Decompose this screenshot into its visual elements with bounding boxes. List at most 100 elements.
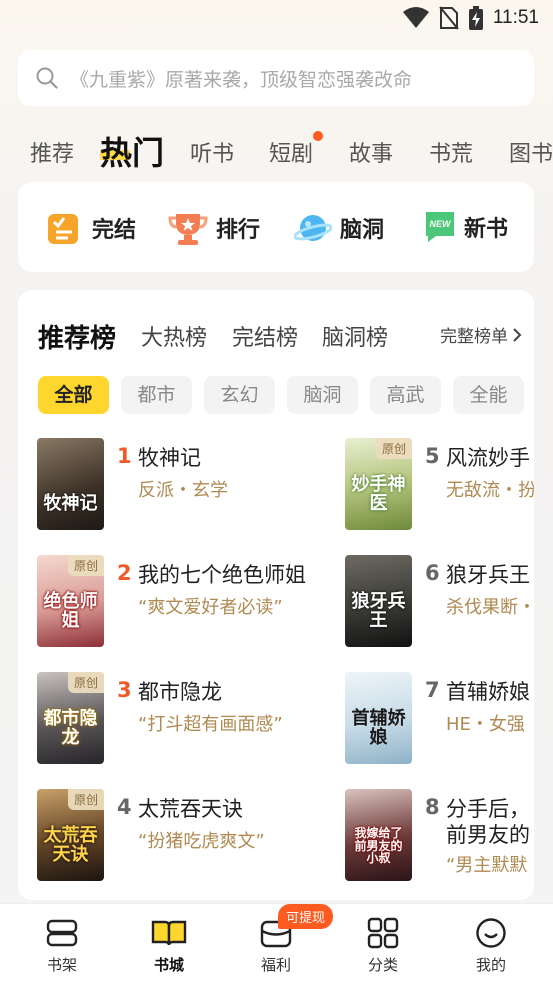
book-cover: 原创 太荒吞天诀 xyxy=(37,789,104,881)
nav-bookshelf[interactable]: 书架 xyxy=(32,916,92,975)
rank-number: 7 xyxy=(425,678,440,702)
cover-title: 我嫁给了前男友的小叔 xyxy=(354,826,403,866)
search-bar[interactable]: 《九重紫》原著来袭，顶级智恋强袭改命 xyxy=(18,50,534,106)
battery-charging-icon xyxy=(468,6,483,30)
trophy-icon xyxy=(168,214,208,245)
chevron-right-icon xyxy=(513,327,522,342)
search-placeholder: 《九重紫》原著来袭，顶级智恋强袭改命 xyxy=(70,68,413,91)
quick-entry-label: 排行 xyxy=(216,218,261,243)
cover-title: 妙手神医 xyxy=(351,474,406,515)
genre-filter: 全部 都市 玄幻 脑洞 高武 全能 xyxy=(38,376,534,414)
cover-title: 太荒吞天诀 xyxy=(43,825,98,866)
book-title: 我的七个绝色师姐 xyxy=(138,563,306,587)
tab-books[interactable]: 图书 xyxy=(509,136,553,168)
book-tags: “扮猪吃虎爽文” xyxy=(138,831,265,852)
quick-entry-label: 新书 xyxy=(464,217,509,242)
book-tags: 反派・玄学 xyxy=(138,480,228,501)
bottom-nav: 书架 书城 福利 分类 我的 xyxy=(0,903,553,983)
book-cover: 牧神记 xyxy=(37,438,104,530)
book-tags: “爽文爱好者必读” xyxy=(138,597,283,618)
chip-fantasy[interactable]: 玄幻 xyxy=(204,376,275,414)
nav-bookstore[interactable]: 书城 xyxy=(139,916,199,975)
book-title: 首辅娇娘 xyxy=(446,680,530,704)
open-book-icon xyxy=(151,920,187,946)
chip-allround[interactable]: 全能 xyxy=(453,376,524,414)
ranking-tab-hot[interactable]: 大热榜 xyxy=(141,320,207,352)
cover-title: 绝色师姐 xyxy=(43,591,98,632)
nav-categories[interactable]: 分类 xyxy=(353,916,413,975)
tab-audiobook[interactable]: 听书 xyxy=(190,136,234,168)
book-item[interactable]: 原创 妙手神医 5 风流妙手 无敌流・扮 xyxy=(345,438,534,530)
chip-all[interactable]: 全部 xyxy=(38,376,109,414)
book-cover: 原创 绝色师姐 xyxy=(37,555,104,647)
quick-entry-brainhole[interactable]: 脑洞 xyxy=(294,210,384,246)
new-tag-icon: NEW xyxy=(426,212,454,242)
quick-entry-label: 脑洞 xyxy=(340,218,385,243)
nav-label: 我的 xyxy=(475,956,506,974)
tab-recommend[interactable]: 推荐 xyxy=(30,136,74,168)
book-tags: HE・女强 xyxy=(446,714,525,735)
quick-entry-new-books[interactable]: NEW 新书 xyxy=(424,210,508,244)
original-badge: 原创 xyxy=(67,789,104,810)
checklist-icon xyxy=(48,214,78,244)
ranking-tab-recommend[interactable]: 推荐榜 xyxy=(38,318,116,355)
chip-urban[interactable]: 都市 xyxy=(121,376,192,414)
book-title: 风流妙手 xyxy=(446,446,530,470)
bookshelf-icon xyxy=(46,919,78,947)
quick-entry-label: 完结 xyxy=(92,218,137,243)
book-cover: 原创 都市隐龙 xyxy=(37,672,104,764)
full-ranking-link[interactable]: 完整榜单 xyxy=(440,322,522,347)
book-item[interactable]: 狼牙兵王 6 狼牙兵王 杀伐果断・ xyxy=(345,555,534,647)
book-item[interactable]: 牧神记 1 牧神记 反派・玄学 xyxy=(37,438,327,530)
original-badge: 原创 xyxy=(67,555,104,576)
svg-text:NEW: NEW xyxy=(430,219,453,229)
ranking-tab-finished[interactable]: 完结榜 xyxy=(232,320,298,352)
tab-short-drama[interactable]: 短剧 xyxy=(269,136,313,168)
status-bar: 11:51 xyxy=(0,0,553,38)
rank-number: 3 xyxy=(117,678,132,702)
quick-entry-panel: 完结 排行 脑洞 NEW 新书 xyxy=(18,182,534,272)
nav-profile[interactable]: 我的 xyxy=(461,916,521,975)
ranking-tab-brainhole[interactable]: 脑洞榜 xyxy=(322,320,388,352)
withdraw-badge: 可提现 xyxy=(278,904,334,929)
quick-entry-finished[interactable]: 完结 xyxy=(46,210,136,246)
book-title: 太荒吞天诀 xyxy=(138,797,243,821)
book-cover: 我嫁给了前男友的小叔 xyxy=(345,789,412,881)
search-icon xyxy=(36,67,58,89)
book-title: 狼牙兵王 xyxy=(446,563,530,587)
book-item[interactable]: 原创 太荒吞天诀 4 太荒吞天诀 “扮猪吃虎爽文” xyxy=(37,789,327,881)
smiley-icon xyxy=(476,918,506,948)
full-ranking-label: 完整榜单 xyxy=(440,327,508,347)
book-title: 都市隐龙 xyxy=(138,680,222,704)
status-time: 11:51 xyxy=(492,7,539,28)
original-badge: 原创 xyxy=(375,438,412,459)
chip-brainhole[interactable]: 脑洞 xyxy=(287,376,358,414)
ranking-panel: 推荐榜 大热榜 完结榜 脑洞榜 完整榜单 全部 都市 玄幻 脑洞 高武 全能 牧… xyxy=(18,290,534,900)
book-title: 牧神记 xyxy=(138,446,201,470)
cover-title: 牧神记 xyxy=(43,493,98,515)
cover-title: 都市隐龙 xyxy=(43,708,98,749)
book-tags: “打斗超有画面感” xyxy=(138,714,283,735)
quick-entry-ranking[interactable]: 排行 xyxy=(168,210,260,246)
tab-hot[interactable]: 热门 xyxy=(100,128,164,174)
rank-number: 6 xyxy=(425,561,440,585)
chip-martial[interactable]: 高武 xyxy=(370,376,441,414)
tab-story[interactable]: 故事 xyxy=(349,136,393,168)
book-tags: “男主默默 xyxy=(446,855,528,876)
nav-label: 书架 xyxy=(46,956,77,974)
nav-label: 书城 xyxy=(153,956,184,974)
planet-icon xyxy=(294,215,332,241)
wifi-icon xyxy=(402,7,429,28)
rank-number: 4 xyxy=(117,795,132,819)
tab-book-shortage[interactable]: 书荒 xyxy=(429,136,473,168)
rank-number: 2 xyxy=(117,561,132,585)
book-item[interactable]: 原创 都市隐龙 3 都市隐龙 “打斗超有画面感” xyxy=(37,672,327,764)
book-title-line2: 前男友的 xyxy=(446,823,530,847)
rank-number: 5 xyxy=(425,444,440,468)
book-item[interactable]: 首辅娇娘 7 首辅娇娘 HE・女强 xyxy=(345,672,534,764)
book-item[interactable]: 我嫁给了前男友的小叔 8 分手后， 前男友的 “男主默默 xyxy=(345,789,534,881)
book-cover: 首辅娇娘 xyxy=(345,672,412,764)
book-item[interactable]: 原创 绝色师姐 2 我的七个绝色师姐 “爽文爱好者必读” xyxy=(37,555,327,647)
nav-label: 分类 xyxy=(367,956,398,974)
book-cover: 狼牙兵王 xyxy=(345,555,412,647)
